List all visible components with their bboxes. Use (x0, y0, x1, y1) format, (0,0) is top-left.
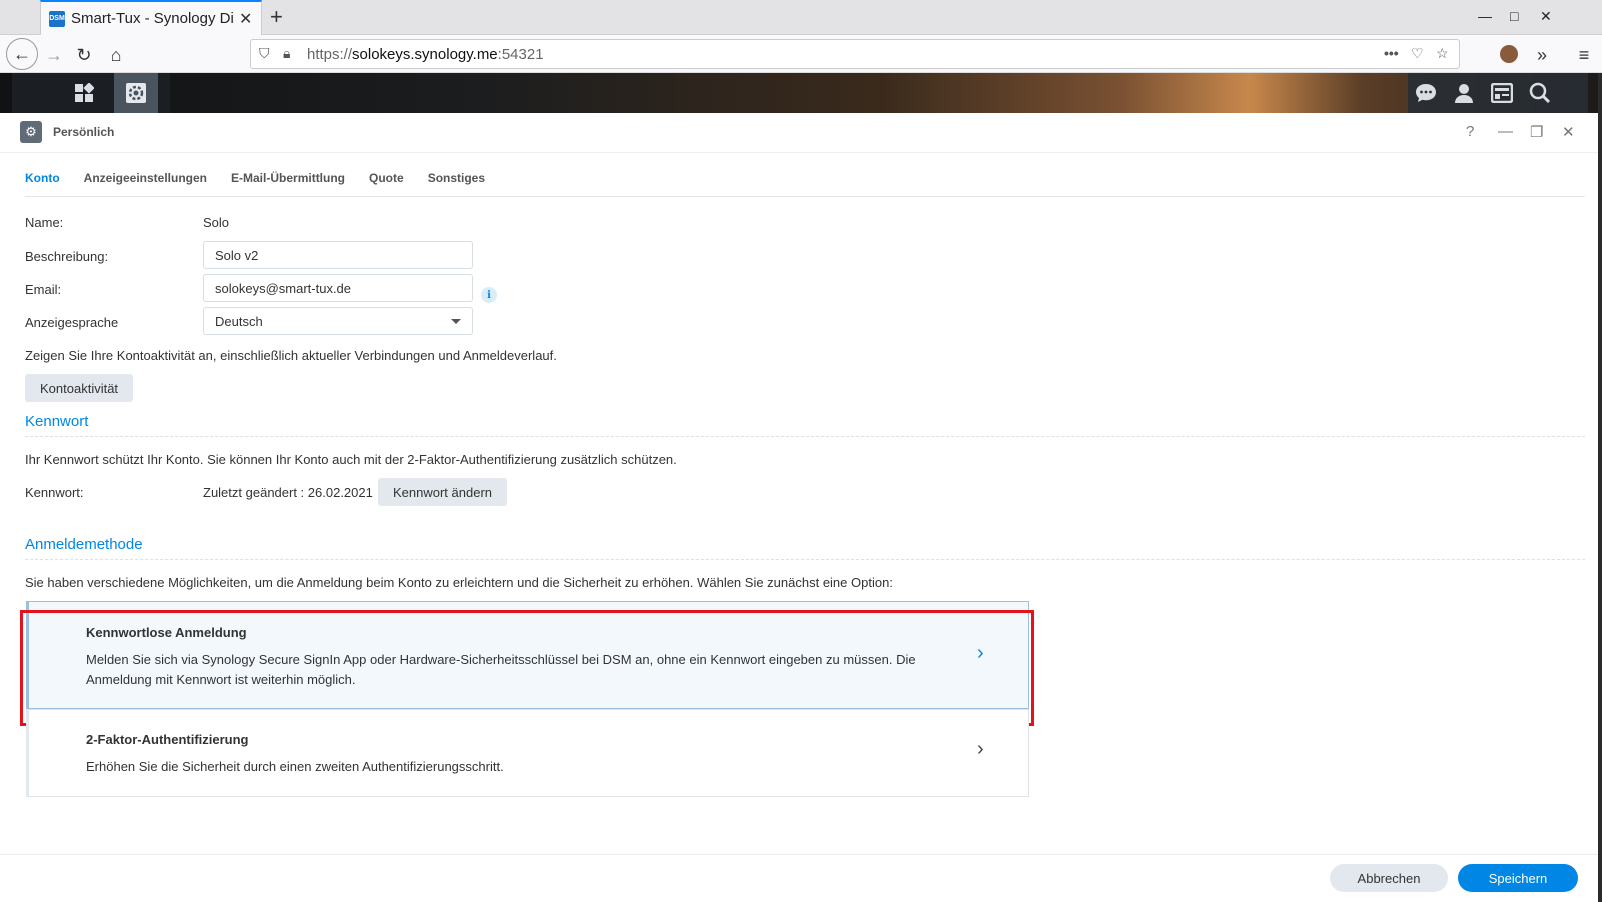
forward-icon[interactable]: → (40, 41, 68, 69)
name-label: Name: (25, 215, 64, 230)
new-tab-icon[interactable]: + (270, 4, 283, 30)
restore-icon[interactable]: ❐ (1530, 123, 1543, 141)
dsm-favicon-icon: DSM (49, 10, 65, 27)
reload-icon[interactable]: ↻ (70, 41, 98, 69)
description-field[interactable] (203, 241, 473, 269)
dsm-taskbar (0, 73, 1602, 113)
browser-tab-title: Smart-Tux - Synology Dis (71, 10, 233, 27)
maximize-window-icon[interactable]: □ (1510, 8, 1518, 24)
login-method-section-title: Anmeldemethode (25, 536, 143, 553)
language-select[interactable]: Deutsch (203, 307, 473, 335)
settings-tabs: Konto Anzeigeeinstellungen E-Mail-Übermi… (25, 169, 509, 199)
language-label: Anzeigesprache (25, 315, 119, 330)
save-button[interactable]: Speichern (1458, 864, 1578, 892)
window-titlebar[interactable]: ⚙ Persönlich ? — ❐ ✕ (0, 113, 1602, 153)
tab-close-icon[interactable]: ✕ (239, 9, 252, 29)
tab-quote[interactable]: Quote (369, 169, 404, 199)
option-description: Erhöhen Sie die Sicherheit durch einen z… (86, 759, 504, 774)
account-avatar-icon[interactable] (1500, 45, 1518, 63)
minimize-icon[interactable]: — (1498, 123, 1513, 140)
chat-icon[interactable] (1414, 81, 1438, 105)
option-title: 2-Faktor-Authentifizierung (86, 732, 249, 747)
page-actions-icon[interactable]: ••• (1384, 45, 1399, 61)
tab-sonstiges[interactable]: Sonstiges (428, 169, 485, 199)
close-icon[interactable]: ✕ (1562, 123, 1575, 141)
password-label: Kennwort: (25, 485, 84, 500)
browser-tab-bar: DSM Smart-Tux - Synology Dis ✕ + — □ ✕ (0, 0, 1602, 35)
window-edge (1598, 73, 1602, 902)
overflow-menu-icon[interactable]: » (1528, 41, 1556, 69)
language-select-value: Deutsch (215, 313, 263, 329)
dsm-taskbar-left (12, 73, 170, 113)
info-icon[interactable]: i (481, 287, 497, 303)
cancel-button[interactable]: Abbrechen (1330, 864, 1448, 892)
user-icon[interactable] (1452, 81, 1476, 105)
browser-tab[interactable]: DSM Smart-Tux - Synology Dis ✕ (40, 0, 262, 35)
password-section-title: Kennwort (25, 413, 89, 430)
change-password-button[interactable]: Kennwort ändern (378, 478, 508, 506)
email-field[interactable] (203, 274, 473, 302)
account-activity-button[interactable]: Kontoaktivität (25, 374, 134, 402)
close-window-icon[interactable]: ✕ (1540, 8, 1552, 25)
back-icon[interactable]: ← (6, 38, 38, 70)
shield-icon[interactable]: ⛉ (259, 45, 270, 62)
lock-icon[interactable]: 🔒︎ (283, 45, 290, 62)
chevron-right-icon: › (977, 738, 984, 760)
bookmark-star-icon[interactable]: ☆ (1436, 45, 1449, 62)
widgets-icon[interactable] (1490, 81, 1514, 105)
description-label: Beschreibung: (25, 249, 109, 264)
email-label: Email: (25, 282, 62, 297)
tab-email-uebermittlung[interactable]: E-Mail-Übermittlung (231, 169, 345, 199)
search-icon[interactable] (1528, 81, 1552, 105)
name-value: Solo (203, 215, 230, 230)
login-method-description: Sie haben verschiedene Möglichkeiten, um… (25, 575, 893, 590)
personal-settings-window: ⚙ Persönlich ? — ❐ ✕ Konto Anzeigeeinste… (0, 113, 1602, 902)
personal-settings-icon: ⚙ (20, 121, 42, 143)
tab-anzeigeeinstellungen[interactable]: Anzeigeeinstellungen (84, 169, 207, 199)
password-last-changed: Zuletzt geändert : 26.02.2021 (203, 485, 373, 500)
browser-nav-bar: ← → ↻ ⌂ ⛉ 🔒︎ https://solokeys.synology.m… (0, 35, 1602, 73)
footer-divider (0, 854, 1602, 855)
password-description: Ihr Kennwort schützt Ihr Konto. Sie könn… (25, 452, 677, 467)
url-text: https://solokeys.synology.me:54321 (307, 45, 544, 63)
main-menu-icon[interactable] (62, 73, 106, 113)
dsm-taskbar-right (1408, 73, 1588, 113)
chevron-down-icon (451, 318, 461, 324)
password-section-divider (25, 436, 1585, 437)
minimize-window-icon[interactable]: — (1478, 8, 1492, 24)
url-bar[interactable]: ⛉ 🔒︎ https://solokeys.synology.me:54321 … (250, 39, 1460, 69)
two-factor-option[interactable]: 2-Faktor-Authentifizierung Erhöhen Sie d… (26, 709, 1029, 797)
personal-settings-app-icon[interactable] (114, 73, 158, 113)
window-title: Persönlich (53, 125, 115, 139)
activity-description: Zeigen Sie Ihre Kontoaktivität an, einsc… (25, 348, 557, 363)
tabs-divider (25, 196, 1585, 197)
pocket-icon[interactable]: ♡ (1411, 45, 1424, 62)
home-icon[interactable]: ⌂ (102, 41, 130, 69)
help-icon[interactable]: ? (1466, 123, 1474, 140)
tab-konto[interactable]: Konto (25, 169, 60, 199)
login-method-section-divider (25, 559, 1585, 560)
hamburger-menu-icon[interactable]: ≡ (1570, 41, 1598, 69)
